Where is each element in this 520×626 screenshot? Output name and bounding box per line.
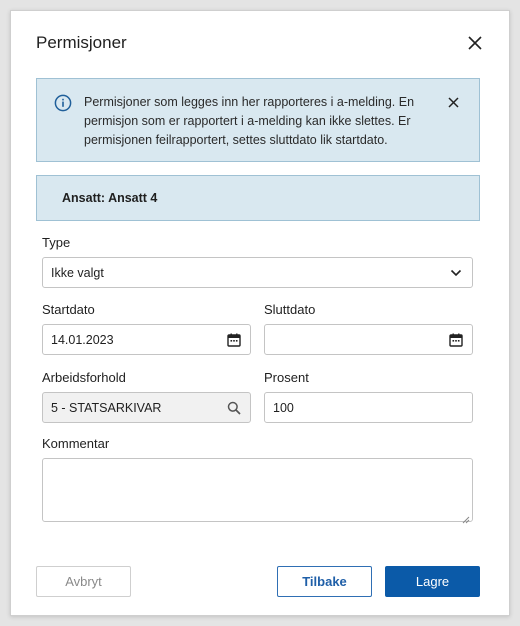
sluttdato-input[interactable]: [264, 324, 473, 355]
startdato-value: 14.01.2023: [51, 332, 114, 347]
dialog-close-button[interactable]: [463, 31, 487, 55]
info-banner-close-button[interactable]: [443, 92, 463, 112]
type-select-value: Ikke valgt: [51, 265, 104, 280]
startdato-label: Startdato: [42, 302, 95, 317]
info-icon: [54, 94, 72, 112]
chevron-down-icon: [448, 265, 464, 281]
resize-handle-icon[interactable]: [462, 511, 470, 524]
kommentar-label: Kommentar: [42, 436, 110, 451]
arbeidsforhold-label: Arbeidsforhold: [42, 370, 126, 385]
dialog-title: Permisjoner: [36, 33, 127, 52]
sluttdato-label: Sluttdato: [264, 302, 316, 317]
calendar-icon[interactable]: [448, 332, 464, 348]
calendar-icon[interactable]: [226, 332, 242, 348]
startdato-input[interactable]: 14.01.2023: [42, 324, 251, 355]
prosent-label: Prosent: [264, 370, 309, 385]
arbeidsforhold-value: 5 - STATSARKIVAR: [51, 400, 162, 415]
type-label: Type: [42, 235, 71, 250]
prosent-value: 100: [273, 400, 294, 415]
type-select[interactable]: Ikke valgt: [42, 257, 473, 288]
close-icon: [468, 36, 482, 50]
leave-dialog: Permisjoner Permisjoner som legges inn h…: [10, 10, 510, 616]
info-banner-text: Permisjoner som legges inn her rapporter…: [84, 95, 415, 147]
search-icon[interactable]: [226, 400, 242, 416]
employee-name: Ansatt: Ansatt 4: [62, 191, 158, 205]
prosent-input[interactable]: 100: [264, 392, 473, 423]
info-banner: Permisjoner som legges inn her rapporter…: [36, 78, 480, 162]
close-icon: [447, 96, 459, 108]
kommentar-textarea[interactable]: [42, 458, 473, 524]
save-button[interactable]: Lagre: [385, 566, 480, 597]
back-button[interactable]: Tilbake: [277, 566, 372, 597]
cancel-button[interactable]: Avbryt: [36, 566, 131, 597]
arbeidsforhold-input[interactable]: 5 - STATSARKIVAR: [42, 392, 251, 423]
employee-banner: Ansatt: Ansatt 4: [36, 175, 480, 221]
